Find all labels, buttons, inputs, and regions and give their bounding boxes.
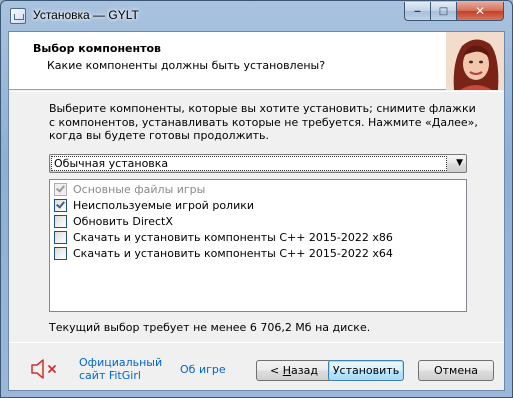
list-item[interactable]: Обновить DirectX <box>54 213 173 230</box>
component-label[interactable]: Скачать и установить компоненты C++ 2015… <box>73 247 393 260</box>
component-checkbox-cpp-x64[interactable] <box>54 247 67 260</box>
back-button[interactable]: < Назад <box>256 360 332 381</box>
instructions-text: Выберите компоненты, которые вы хотите у… <box>49 102 478 142</box>
fitgirl-link-line2[interactable]: сайт FitGirl <box>79 369 162 382</box>
component-label[interactable]: Обновить DirectX <box>73 215 173 228</box>
wizard-client-area: Выбор компонентов Какие компоненты должн… <box>8 31 505 391</box>
install-button[interactable]: Установить <box>328 360 404 381</box>
footer-divider <box>9 342 504 343</box>
minimize-button[interactable]: ‒ <box>404 2 431 21</box>
installer-window: Установка — GYLT ‒ □ ✕ Выбор компонентов… <box>0 0 513 398</box>
cancel-button[interactable]: Отмена <box>418 360 494 381</box>
components-list[interactable]: Основные файлы игры Неиспользуемые игрой… <box>49 179 467 312</box>
header-portrait-image <box>446 32 504 90</box>
fitgirl-site-link[interactable]: Официальный сайт FitGirl <box>79 356 162 382</box>
speaker-muted-icon[interactable] <box>30 357 60 381</box>
back-prefix: < <box>270 364 283 377</box>
chevron-down-icon: ▼ <box>456 158 463 168</box>
component-checkbox-core-files[interactable] <box>54 183 67 196</box>
close-button[interactable]: ✕ <box>456 2 504 21</box>
list-item[interactable]: Неиспользуемые игрой ролики <box>54 197 254 214</box>
component-label[interactable]: Скачать и установить компоненты C++ 2015… <box>73 231 393 244</box>
header-divider <box>9 91 504 92</box>
component-checkbox-unused-videos[interactable] <box>54 199 67 212</box>
disk-space-requirement: Текущий выбор требует не менее 6 706,2 М… <box>49 321 371 334</box>
list-item[interactable]: Скачать и установить компоненты C++ 2015… <box>54 245 393 262</box>
list-item: Основные файлы игры <box>54 181 205 198</box>
install-type-dropdown[interactable]: Обычная установка ▼ <box>49 154 467 173</box>
back-accel: Н <box>282 364 292 377</box>
wizard-header: Выбор компонентов Какие компоненты должн… <box>9 32 504 90</box>
fitgirl-link-line1[interactable]: Официальный <box>79 356 162 369</box>
component-label: Основные файлы игры <box>73 183 206 196</box>
title-bar[interactable]: Установка — GYLT ‒ □ ✕ <box>1 1 512 31</box>
component-checkbox-cpp-x86[interactable] <box>54 231 67 244</box>
page-title: Выбор компонентов <box>33 42 161 55</box>
list-item[interactable]: Скачать и установить компоненты C++ 2015… <box>54 229 393 246</box>
window-title: Установка — GYLT <box>33 8 139 22</box>
maximize-button[interactable]: □ <box>430 2 457 21</box>
back-rest: азад <box>291 364 318 377</box>
page-subtitle: Какие компоненты должны быть установлены… <box>47 59 326 72</box>
component-checkbox-directx[interactable] <box>54 215 67 228</box>
installer-icon <box>10 8 26 24</box>
install-type-selected: Обычная установка <box>51 156 447 171</box>
component-label[interactable]: Неиспользуемые игрой ролики <box>73 199 254 212</box>
about-game-link[interactable]: Об игре <box>180 363 226 376</box>
